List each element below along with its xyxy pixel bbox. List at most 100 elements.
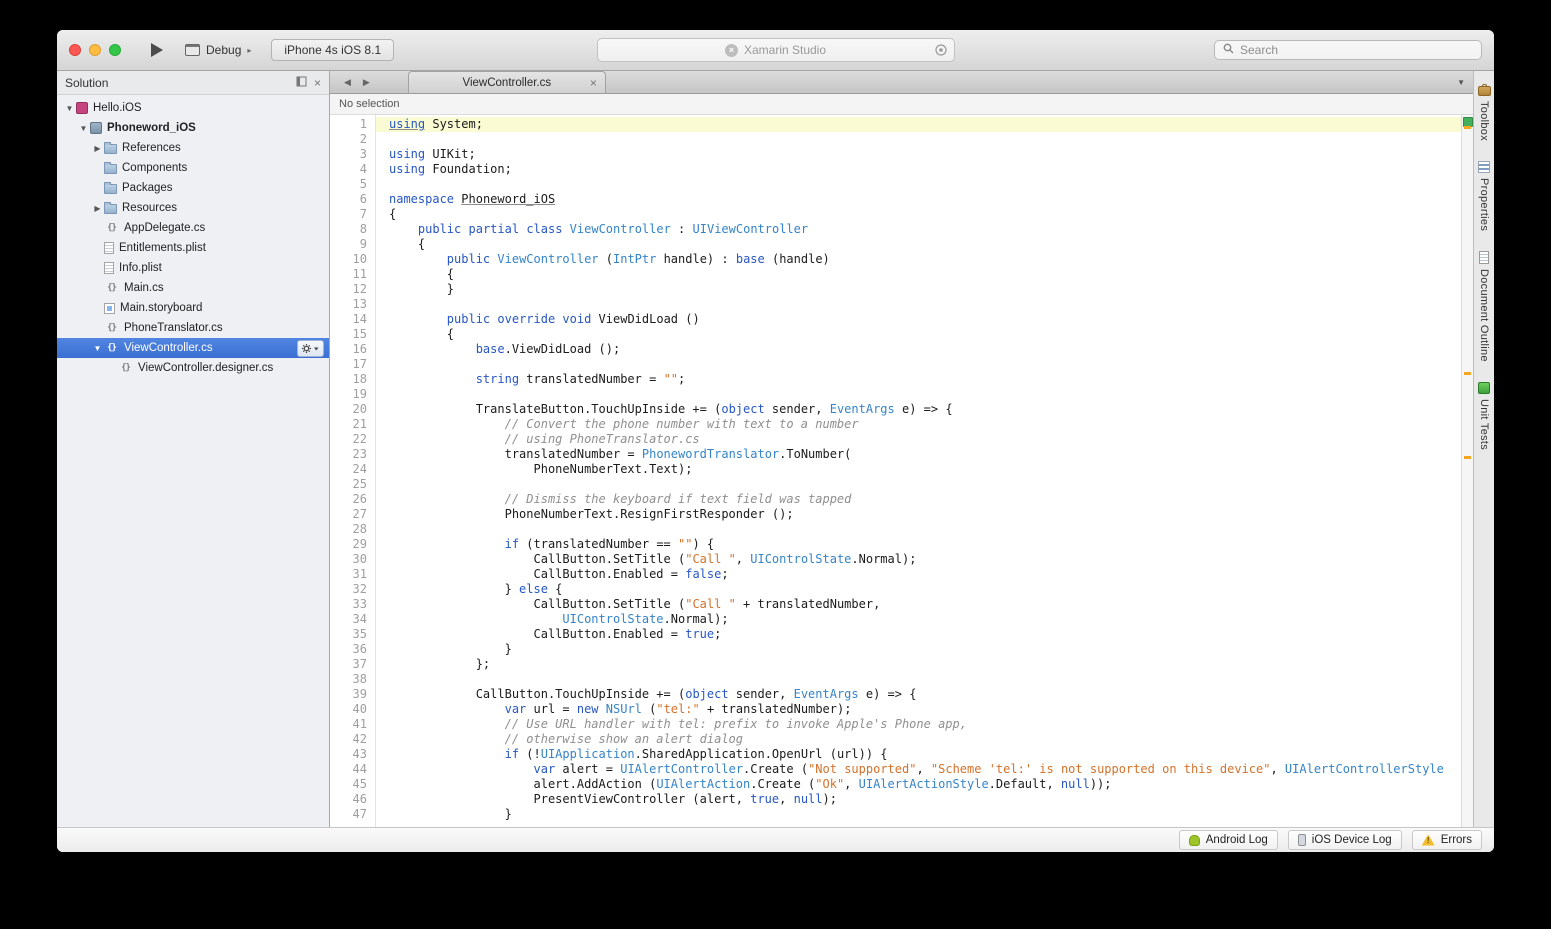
code-line-30[interactable]: CallButton.SetTitle ("Call ", UIControlS… — [389, 552, 1461, 567]
tree-item-components[interactable]: Components — [57, 158, 329, 178]
code-line-31[interactable]: CallButton.Enabled = false; — [389, 567, 1461, 582]
code-line-34[interactable]: UIControlState.Normal); — [389, 612, 1461, 627]
code-line-36[interactable]: } — [389, 642, 1461, 657]
tab-close-button[interactable]: × — [590, 77, 597, 89]
code-line-4[interactable]: using Foundation; — [389, 162, 1461, 177]
android-log-button[interactable]: Android Log — [1179, 830, 1278, 850]
code-line-28[interactable] — [389, 522, 1461, 537]
dock-tab-properties[interactable]: Properties — [1478, 161, 1490, 231]
disclosure-triangle[interactable]: ▶ — [91, 204, 104, 213]
disclosure-triangle[interactable]: ▼ — [77, 124, 90, 133]
code-line-38[interactable] — [389, 672, 1461, 687]
tree-item-main-cs[interactable]: {}Main.cs — [57, 278, 329, 298]
device-selector[interactable]: iPhone 4s iOS 8.1 — [271, 39, 394, 61]
tree-item-label: AppDelegate.cs — [124, 222, 205, 234]
tab-overflow-dropdown[interactable]: ▼ — [1457, 78, 1465, 87]
code-line-40[interactable]: var url = new NSUrl ("tel:" + translated… — [389, 702, 1461, 717]
properties-icon — [1478, 161, 1490, 173]
code-line-41[interactable]: // Use URL handler with tel: prefix to i… — [389, 717, 1461, 732]
navigate-forward-button[interactable]: ▶ — [357, 77, 376, 88]
code-line-45[interactable]: alert.AddAction (UIAlertAction.Create ("… — [389, 777, 1461, 792]
tree-item-resources[interactable]: ▶Resources — [57, 198, 329, 218]
code-line-46[interactable]: PresentViewController (alert, true, null… — [389, 792, 1461, 807]
code-line-15[interactable]: { — [389, 327, 1461, 342]
minimize-window-button[interactable] — [89, 44, 101, 56]
code-editor[interactable]: 1234567891011121314151617181920212223242… — [330, 115, 1473, 827]
code-line-42[interactable]: // otherwise show an alert dialog — [389, 732, 1461, 747]
tree-item-main-storyboard[interactable]: Main.storyboard — [57, 298, 329, 318]
navigate-back-button[interactable]: ◀ — [338, 77, 357, 88]
code-line-1[interactable]: using System; — [376, 117, 1461, 132]
ios-device-log-button[interactable]: iOS Device Log — [1288, 830, 1402, 850]
code-line-21[interactable]: // Convert the phone number with text to… — [389, 417, 1461, 432]
dock-tab-toolbox[interactable]: Toolbox — [1478, 83, 1491, 141]
code-line-37[interactable]: }; — [389, 657, 1461, 672]
code-line-3[interactable]: using UIKit; — [389, 147, 1461, 162]
run-button[interactable] — [151, 43, 163, 57]
code-line-39[interactable]: CallButton.TouchUpInside += (object send… — [389, 687, 1461, 702]
code-line-33[interactable]: CallButton.SetTitle ("Call " + translate… — [389, 597, 1461, 612]
code-line-2[interactable] — [389, 132, 1461, 147]
task-marker[interactable] — [1464, 456, 1471, 459]
dock-pad-icon[interactable] — [296, 76, 307, 90]
tree-item-phonetranslator-cs[interactable]: {}PhoneTranslator.cs — [57, 318, 329, 338]
tree-item-phoneword-ios[interactable]: ▼Phoneword_iOS — [57, 118, 329, 138]
errors-button[interactable]: !Errors — [1412, 830, 1482, 850]
close-window-button[interactable] — [69, 44, 81, 56]
disclosure-triangle[interactable]: ▼ — [91, 344, 104, 353]
tree-item-label: ViewController.designer.cs — [138, 362, 273, 374]
code-line-43[interactable]: if (!UIApplication.SharedApplication.Ope… — [389, 747, 1461, 762]
item-options-gear-button[interactable] — [297, 340, 324, 357]
code-line-12[interactable]: } — [389, 282, 1461, 297]
code-line-29[interactable]: if (translatedNumber == "") { — [389, 537, 1461, 552]
code-line-25[interactable] — [389, 477, 1461, 492]
code-line-16[interactable]: base.ViewDidLoad (); — [389, 342, 1461, 357]
code-line-8[interactable]: public partial class ViewController : UI… — [389, 222, 1461, 237]
tree-item-packages[interactable]: Packages — [57, 178, 329, 198]
code-line-47[interactable]: } — [389, 807, 1461, 822]
quick-task-strip[interactable] — [1461, 115, 1473, 827]
dock-tab-unit-tests[interactable]: Unit Tests — [1478, 382, 1490, 450]
dock-tab-document-outline[interactable]: Document Outline — [1478, 251, 1490, 362]
solution-pad: Solution × ▼Hello.iOS▼Phoneword_iOS▶Refe… — [57, 71, 330, 827]
fullscreen-window-button[interactable] — [109, 44, 121, 56]
tree-item-hello-ios[interactable]: ▼Hello.iOS — [57, 98, 329, 118]
code-line-32[interactable]: } else { — [389, 582, 1461, 597]
tree-item-viewcontroller-designer-cs[interactable]: {}ViewController.designer.cs — [57, 358, 329, 378]
code-line-11[interactable]: { — [389, 267, 1461, 282]
code-line-6[interactable]: namespace Phoneword_iOS — [389, 192, 1461, 207]
update-indicator-icon[interactable] — [935, 44, 947, 56]
tree-item-entitlements-plist[interactable]: Entitlements.plist — [57, 238, 329, 258]
code-line-10[interactable]: public ViewController (IntPtr handle) : … — [389, 252, 1461, 267]
task-marker[interactable] — [1464, 372, 1471, 375]
tree-item-viewcontroller-cs[interactable]: ▼{}ViewController.cs — [57, 338, 329, 358]
code-line-19[interactable] — [389, 387, 1461, 402]
code-line-5[interactable] — [389, 177, 1461, 192]
code-line-7[interactable]: { — [389, 207, 1461, 222]
code-line-13[interactable] — [389, 297, 1461, 312]
code-line-26[interactable]: // Dismiss the keyboard if text field wa… — [389, 492, 1461, 507]
code-line-44[interactable]: var alert = UIAlertController.Create ("N… — [389, 762, 1461, 777]
close-pad-icon[interactable]: × — [314, 77, 321, 89]
code-line-20[interactable]: TranslateButton.TouchUpInside += (object… — [389, 402, 1461, 417]
tab-viewcontroller-cs[interactable]: ViewController.cs × — [408, 71, 606, 93]
code-line-23[interactable]: translatedNumber = PhonewordTranslator.T… — [389, 447, 1461, 462]
code-line-14[interactable]: public override void ViewDidLoad () — [389, 312, 1461, 327]
tree-item-references[interactable]: ▶References — [57, 138, 329, 158]
disclosure-triangle[interactable]: ▼ — [63, 104, 76, 113]
window-titlebar[interactable]: Debug ▸ iPhone 4s iOS 8.1 × Xamarin Stud… — [57, 30, 1494, 71]
code-line-17[interactable] — [389, 357, 1461, 372]
code-line-22[interactable]: // using PhoneTranslator.cs — [389, 432, 1461, 447]
code-line-27[interactable]: PhoneNumberText.ResignFirstResponder (); — [389, 507, 1461, 522]
task-marker[interactable] — [1464, 126, 1471, 129]
code-line-9[interactable]: { — [389, 237, 1461, 252]
tree-item-appdelegate-cs[interactable]: {}AppDelegate.cs — [57, 218, 329, 238]
code-line-24[interactable]: PhoneNumberText.Text); — [389, 462, 1461, 477]
disclosure-triangle[interactable]: ▶ — [91, 144, 104, 153]
build-configuration-selector[interactable]: Debug ▸ — [185, 43, 251, 57]
search-input[interactable]: Search — [1214, 40, 1482, 60]
tree-item-info-plist[interactable]: Info.plist — [57, 258, 329, 278]
code-content[interactable]: using System; using UIKit;using Foundatio… — [376, 115, 1473, 827]
code-line-35[interactable]: CallButton.Enabled = true; — [389, 627, 1461, 642]
code-line-18[interactable]: string translatedNumber = ""; — [389, 372, 1461, 387]
